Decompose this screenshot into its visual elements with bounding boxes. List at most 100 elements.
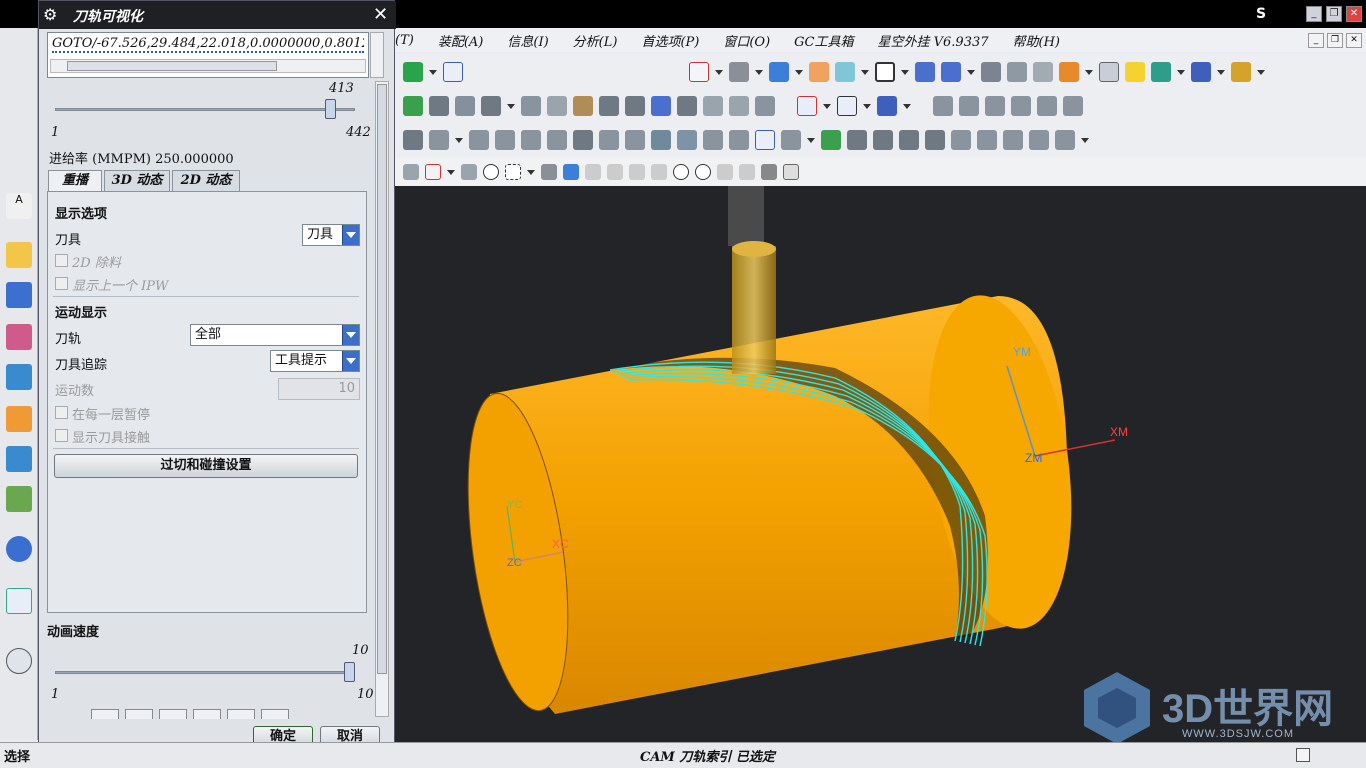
grid-icon[interactable] [1191,62,1211,82]
goto-vscrollbar[interactable] [370,32,384,78]
blank-view-icon[interactable] [875,62,895,82]
snap-intersect-icon[interactable] [651,164,667,180]
graphics-viewport[interactable]: YM XM ZM XC YC ZC [395,186,1366,742]
mill-op-icon[interactable] [429,96,449,116]
goto-text[interactable]: GOTO/-67.526,29.484,22.018,0.0000000,0.8… [52,36,364,53]
stack-icon[interactable] [1007,62,1027,82]
gouge-check-button[interactable]: 过切和碰撞设置 [54,454,358,478]
snap-center-icon[interactable] [673,164,689,180]
info-round-icon[interactable] [6,536,32,562]
cam-verify-icon[interactable] [821,130,841,150]
menu-item-window[interactable]: 窗口(O) [723,31,770,50]
play-icon[interactable] [797,96,817,116]
checkbox-pause-each-layer[interactable] [55,406,68,419]
program-icon[interactable] [651,96,671,116]
box-icon[interactable] [547,96,567,116]
bars-icon[interactable] [933,96,953,116]
dialog-scroll-thumb[interactable] [377,84,387,674]
play-end-icon[interactable] [877,96,897,116]
layers-icon[interactable] [1033,62,1053,82]
cam-icon-7[interactable] [573,130,593,150]
cam-icon-2[interactable] [429,130,449,150]
mdi-minimize-icon[interactable]: _ [1308,33,1324,48]
postprocess-icon[interactable] [677,96,697,116]
snap-point-icon[interactable] [717,164,733,180]
cam-icon-5[interactable] [521,130,541,150]
menu-item-plugin[interactable]: 星空外挂 V6.9337 [878,31,989,50]
fit-view-icon[interactable] [689,62,709,82]
cam-icon-6[interactable] [547,130,567,150]
pencil-icon[interactable] [1099,62,1119,82]
web-icon[interactable] [6,588,32,614]
anim-speed-thumb[interactable] [344,662,355,682]
cam-icon-14[interactable] [755,130,775,150]
geometry-icon[interactable] [521,96,541,116]
hammer-icon[interactable] [985,96,1005,116]
snap-icon-1[interactable] [403,164,419,180]
snap-face-icon[interactable] [761,164,777,180]
select-box-icon[interactable] [505,164,521,180]
cam-icon-24[interactable] [1029,130,1049,150]
rotate-icon[interactable] [941,62,961,82]
minimize-icon[interactable]: _ [1306,6,1322,22]
snap-endpoint-icon[interactable] [585,164,601,180]
blocks2-icon[interactable] [959,96,979,116]
part-nav-icon[interactable] [6,324,32,350]
dialog-titlebar[interactable]: ⚙ 刀轨可视化 ✕ [39,1,396,29]
cam-icon-18[interactable] [873,130,893,150]
cam-icon-1[interactable] [403,130,423,150]
shaded-view-icon[interactable] [729,62,749,82]
motion-count-input[interactable]: 10 [278,378,360,400]
menu-item-info[interactable]: 信息(I) [507,31,548,50]
goto-scroll-thumb[interactable] [67,61,277,71]
menu-item-gc-toolbox[interactable]: GC工具箱 [794,31,853,50]
method-icon[interactable] [625,96,645,116]
stepped-icon[interactable] [703,96,723,116]
move-icon[interactable] [915,62,935,82]
close-icon[interactable]: ✕ [373,4,388,25]
menu-item-analysis[interactable]: 分析(L) [573,31,618,50]
goto-hscrollbar[interactable] [50,59,366,73]
ruler-icon[interactable] [1231,62,1251,82]
goto-listbox[interactable]: GOTO/-67.526,29.484,22.018,0.0000000,0.8… [47,32,369,78]
cam-icon-19[interactable] [899,130,919,150]
refresh-icon[interactable] [403,62,423,82]
cam-icon-9[interactable] [625,130,645,150]
chevron-down-icon[interactable] [342,351,359,371]
op-nav-icon[interactable] [6,364,32,390]
history-icon[interactable] [6,648,32,674]
wrench-icon[interactable] [1011,96,1031,116]
cam-icon-4[interactable] [495,130,515,150]
cam-icon-22[interactable] [977,130,997,150]
step-back-icon[interactable] [125,709,153,719]
play-step-icon[interactable] [837,96,857,116]
checkbox-tool-contact[interactable] [55,429,68,442]
fast-forward-icon[interactable] [261,709,289,719]
resource-letter-icon[interactable]: A [6,193,32,219]
sheet-icon[interactable] [981,62,1001,82]
menu-item-tools[interactable]: (T) [395,33,414,48]
restore-icon[interactable]: ❐ [1326,6,1342,22]
rewind-icon[interactable] [91,709,119,719]
checkbox-prev-ipw[interactable] [55,277,68,290]
constraint-icon[interactable] [6,282,32,308]
tab-2d-dynamic[interactable]: 2D 动态 [172,170,240,192]
cube-icon[interactable] [563,164,579,180]
mdi-restore-icon[interactable]: ❐ [1327,33,1343,48]
arrow-icon[interactable] [1151,62,1171,82]
flag-icon[interactable] [925,130,945,150]
snap-control-icon[interactable] [629,164,645,180]
cam-icon-17[interactable] [847,130,867,150]
play-forward-icon[interactable] [193,709,221,719]
menu-item-preferences[interactable]: 首选项(P) [641,31,699,50]
tab-replay[interactable]: 重播 [48,170,102,192]
cube-view-icon[interactable] [769,62,789,82]
gear-icon[interactable]: ⚙ [43,5,57,24]
cam-icon-12[interactable] [703,130,723,150]
fullscreen-icon[interactable] [1296,748,1310,762]
snap-midpoint-icon[interactable] [607,164,623,180]
cam-icon-23[interactable] [1003,130,1023,150]
verify-icon[interactable] [403,96,423,116]
wcs-icon[interactable] [835,62,855,82]
grid-op-icon[interactable] [455,96,475,116]
